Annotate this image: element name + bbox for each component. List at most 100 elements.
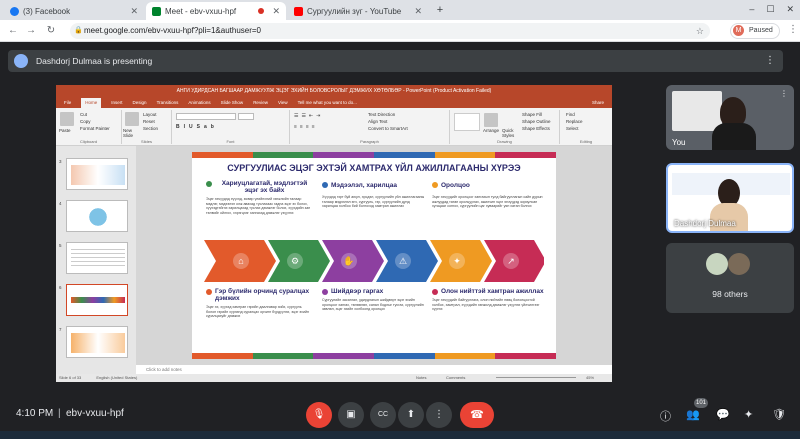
menu-slide-show[interactable]: Slide Show — [221, 98, 244, 108]
zoom-level: 45% — [586, 375, 595, 380]
slide-thumbnail[interactable]: 4 — [59, 200, 128, 232]
people-icon[interactable]: 👥 — [686, 408, 700, 421]
address-bar[interactable]: 🔒 meet.google.com/ebv-vxuu-hpf?pli=1&aut… — [70, 23, 710, 39]
close-icon[interactable]: ✕ — [272, 6, 280, 17]
others-count: 98 others — [712, 289, 748, 299]
forward-icon[interactable]: → — [24, 24, 38, 38]
tab-youtube[interactable]: Сургуулийн зүг - YouTube ✕ — [288, 2, 428, 20]
notes-pane[interactable]: Click to add notes — [136, 365, 612, 374]
profile-avatar[interactable]: M — [733, 25, 744, 36]
ppt-ribbon: Paste Cut Copy Format Painter Clipboard … — [56, 108, 612, 146]
paste-icon[interactable] — [60, 112, 74, 126]
ribbon-group-paragraph: ☰☰⇤⇥ ≡≡≡≡ Text Direction Align Text Conv… — [290, 110, 450, 144]
youtube-icon — [294, 6, 303, 16]
slide-thumbnail[interactable]: 7 — [59, 326, 128, 358]
font-label: Font — [226, 139, 235, 144]
maximize-icon[interactable]: ☐ — [766, 4, 774, 16]
replace-button[interactable]: Replace — [566, 119, 583, 124]
shape-effects-button[interactable]: Shape Effects — [522, 126, 550, 131]
color-bar-segment — [495, 353, 556, 359]
slide-number: 7 — [59, 327, 62, 332]
bullet-dot — [206, 181, 212, 187]
slide-thumbnail-selected[interactable]: 6 — [59, 284, 128, 316]
new-slide-icon[interactable] — [125, 112, 139, 126]
mic-off-button[interactable]: 🎙 — [306, 402, 332, 428]
end-call-button[interactable]: ☎ — [460, 402, 494, 428]
menu-review[interactable]: Review — [253, 98, 268, 108]
menu-icon[interactable]: ⋮ — [788, 24, 798, 35]
menu-animations[interactable]: Animations — [188, 98, 210, 108]
ribbon-group-slides: New Slide Layout Reset Section Slides — [122, 110, 172, 144]
present-button[interactable]: ⬆ — [398, 402, 424, 428]
section-button[interactable]: Section — [143, 126, 158, 131]
tab-facebook[interactable]: (3) Facebook ✕ — [4, 2, 144, 20]
more-options-icon[interactable]: ⋮ — [765, 50, 775, 72]
menu-insert[interactable]: Insert — [111, 98, 122, 108]
new-tab-button[interactable]: + — [434, 4, 446, 16]
activities-icon[interactable]: ✦ — [744, 408, 753, 421]
participant-tile-you[interactable]: You ⋮ — [666, 85, 794, 150]
top-item-3: Оролцоо Эцэг эхчүүдийг оролцоог хангахын… — [432, 182, 544, 209]
minimize-icon[interactable]: – — [749, 4, 754, 16]
quick-styles-label[interactable]: Quick Styles — [502, 128, 520, 138]
reset-button[interactable]: Reset — [143, 119, 155, 124]
close-icon[interactable]: ✕ — [130, 6, 138, 17]
lock-icon: 🔒 — [74, 27, 83, 34]
slide-thumbnail[interactable]: 5 — [59, 242, 128, 274]
align-text-button[interactable]: Align Text — [368, 119, 387, 124]
tab-meet[interactable]: Meet - ebv-vxuu-hpf ✕ — [146, 2, 286, 20]
color-bar-segment — [252, 152, 314, 158]
copy-button[interactable]: Copy — [80, 119, 91, 124]
more-options-icon[interactable]: ⋮ — [780, 89, 788, 98]
captions-button[interactable]: CC — [370, 402, 396, 428]
menu-file[interactable]: File — [64, 98, 71, 108]
info-icon[interactable]: ⓘ — [660, 408, 671, 424]
convert-smartart-button[interactable]: Convert to SmartArt — [368, 126, 408, 131]
chat-icon[interactable]: 💬 — [716, 408, 730, 421]
more-options-button[interactable]: ⋮ — [426, 402, 452, 428]
select-button[interactable]: Select — [566, 126, 579, 131]
back-icon[interactable]: ← — [6, 24, 20, 38]
list-buttons[interactable]: ☰☰⇤⇥ — [294, 113, 323, 119]
shape-fill-button[interactable]: Shape Fill — [522, 112, 542, 117]
slide-thumbnail[interactable]: 3 — [59, 158, 128, 190]
color-bar-segment — [313, 152, 374, 158]
participant-tile-others[interactable]: 98 others — [666, 243, 794, 313]
format-painter-button[interactable]: Format Painter — [80, 126, 110, 131]
shape-outline-button[interactable]: Shape Outline — [522, 119, 551, 124]
text-direction-button[interactable]: Text Direction — [368, 112, 395, 117]
comments-toggle[interactable]: Comments — [446, 374, 465, 382]
font-format-buttons[interactable]: BIUSab — [176, 124, 218, 130]
menu-design[interactable]: Design — [133, 98, 147, 108]
color-bar-segment — [192, 152, 253, 158]
bottom-item-body: Эцэг эхчүүдийг байгууллага, олон нийтийн… — [432, 298, 540, 311]
camera-button[interactable]: ▣ — [338, 402, 364, 428]
font-size-field[interactable] — [238, 113, 254, 120]
menu-view[interactable]: View — [278, 98, 288, 108]
drawing-label: Drawing — [497, 139, 512, 144]
font-name-field[interactable] — [176, 113, 236, 120]
ribbon-group-drawing: Arrange Quick Styles Shape Fill Shape Ou… — [450, 110, 560, 144]
zoom-slider[interactable] — [496, 377, 576, 378]
camera-icon: ▣ — [346, 409, 356, 420]
close-window-icon[interactable]: ✕ — [786, 4, 794, 16]
find-button[interactable]: Find — [566, 112, 575, 117]
tell-me-box[interactable]: Tell me what you want to do... — [298, 98, 357, 108]
shared-screen-powerpoint: АНГИ УДИРДСАН БАГШААР ДАМЖУУЛЖ ЭЦЭГ ЭХИЙ… — [56, 85, 612, 382]
slide-number: 6 — [59, 285, 62, 290]
share-button[interactable]: Share — [592, 98, 604, 108]
menu-transitions[interactable]: Transitions — [157, 98, 179, 108]
close-icon[interactable]: ✕ — [414, 6, 422, 17]
arrange-icon[interactable] — [484, 113, 498, 127]
reload-icon[interactable]: ↻ — [44, 24, 58, 38]
cut-button[interactable]: Cut — [80, 112, 87, 117]
participant-tile-dashdorj[interactable]: Dashdorj Dulmaa — [666, 163, 794, 233]
star-icon[interactable]: ☆ — [696, 23, 704, 39]
top-item-body: Эцэг эхчүүдийг оролцоог хангахын тулд ба… — [432, 195, 543, 208]
shapes-gallery[interactable] — [454, 113, 480, 131]
notes-toggle[interactable]: Notes — [416, 374, 426, 382]
layout-button[interactable]: Layout — [143, 112, 157, 117]
align-buttons[interactable]: ≡≡≡≡ — [294, 124, 318, 130]
menu-home[interactable]: Home — [81, 98, 102, 108]
host-controls-icon[interactable]: 🛡 — [772, 408, 786, 421]
